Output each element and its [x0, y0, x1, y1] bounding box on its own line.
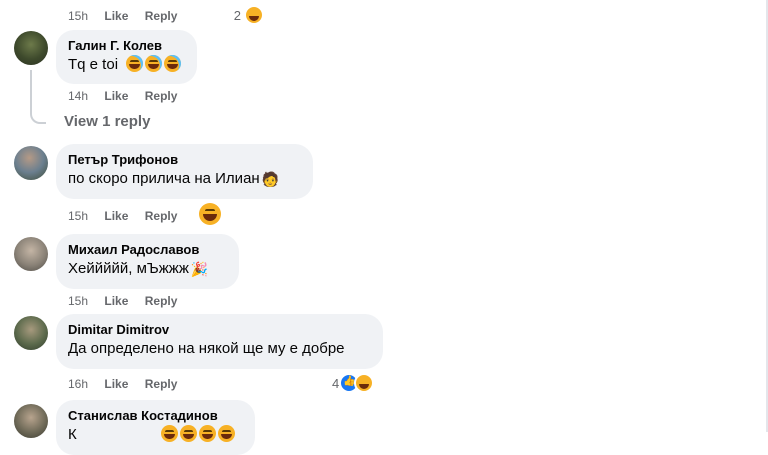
haha-emoji-icon: [198, 425, 216, 442]
reply-thread-line: [30, 70, 46, 124]
person-icon: 🧑: [261, 171, 280, 187]
haha-emoji-icon: [217, 425, 235, 442]
comment-bubble: Михаил Радославов Хеййййй, мЪжжж 🎉: [56, 234, 239, 289]
avatar[interactable]: [14, 31, 48, 65]
like-link[interactable]: Like: [104, 377, 128, 391]
comment-actions: 14h Like Reply: [68, 89, 190, 103]
tears-of-joy-icon: [145, 55, 163, 72]
reply-link[interactable]: Reply: [145, 9, 178, 23]
comment-actions: 15h Like Reply: [68, 294, 190, 308]
like-link[interactable]: Like: [104, 209, 128, 223]
avatar[interactable]: [14, 404, 48, 438]
comment-text: по скоро прилича на Илиан 🧑: [68, 169, 301, 189]
comment-text: Tq e toi: [68, 55, 185, 75]
view-replies-link[interactable]: View 1 reply: [64, 113, 150, 130]
comment-text-content: Хеййййй, мЪжжж: [68, 260, 189, 277]
avatar[interactable]: [14, 146, 48, 180]
avatar[interactable]: [14, 316, 48, 350]
haha-reaction-icon[interactable]: [199, 203, 221, 225]
reaction-count: 4: [332, 376, 340, 391]
reaction-count[interactable]: 2: [234, 9, 241, 23]
comment-bubble: Петър Трифонов по скоро прилича на Илиан…: [56, 144, 313, 199]
comment-author[interactable]: Станислав Костадинов: [68, 408, 243, 424]
reply-link[interactable]: Reply: [145, 294, 178, 308]
like-link[interactable]: Like: [104, 9, 128, 23]
haha-reaction-icon[interactable]: [244, 5, 265, 25]
reply-link[interactable]: Reply: [145, 377, 178, 391]
comment-bubble: Dimitar Dimitrov Да определено на някой …: [56, 314, 383, 369]
comment-text-content: К: [68, 426, 77, 443]
like-link[interactable]: Like: [104, 294, 128, 308]
comment-actions: 15h Like Reply: [68, 209, 190, 223]
haha-emoji-icon: [179, 425, 197, 442]
comment-text: Да определено на някой ще му е добре: [68, 340, 345, 357]
haha-emoji-icon: [160, 425, 178, 442]
comment-actions: 16h Like Reply: [68, 377, 190, 391]
comment-actions-top: 15h Like Reply 2: [68, 5, 265, 25]
comment-author[interactable]: Dimitar Dimitrov: [68, 322, 371, 338]
comment-time: 15h: [68, 209, 89, 223]
tears-of-joy-icon: [126, 55, 144, 72]
comment-time: 14h: [68, 89, 89, 103]
reply-link[interactable]: Reply: [145, 89, 178, 103]
tears-of-joy-icon: [164, 55, 182, 72]
comment-bubble: Станислав Костадинов К: [56, 400, 255, 455]
comment-text: Хеййййй, мЪжжж 🎉: [68, 259, 227, 279]
comment-time: 15h: [68, 9, 89, 23]
comment-text-content: Tq e toi: [68, 56, 119, 73]
party-popper-icon: 🎉: [190, 261, 209, 277]
comment-author[interactable]: Галин Г. Колев: [68, 38, 185, 54]
avatar[interactable]: [14, 237, 48, 271]
like-link[interactable]: Like: [104, 89, 128, 103]
comment-author[interactable]: Михаил Радославов: [68, 242, 227, 258]
comment-text: К: [68, 425, 243, 445]
haha-reaction-icon: [354, 373, 375, 393]
comment-time: 16h: [68, 377, 89, 391]
reaction-summary[interactable]: 4: [332, 373, 375, 393]
comment-time: 15h: [68, 294, 89, 308]
reply-link[interactable]: Reply: [145, 209, 178, 223]
comment-text-content: по скоро прилича на Илиан: [68, 170, 260, 187]
comment-bubble: Галин Г. Колев Tq e toi: [56, 30, 197, 84]
comment-author[interactable]: Петър Трифонов: [68, 152, 301, 168]
